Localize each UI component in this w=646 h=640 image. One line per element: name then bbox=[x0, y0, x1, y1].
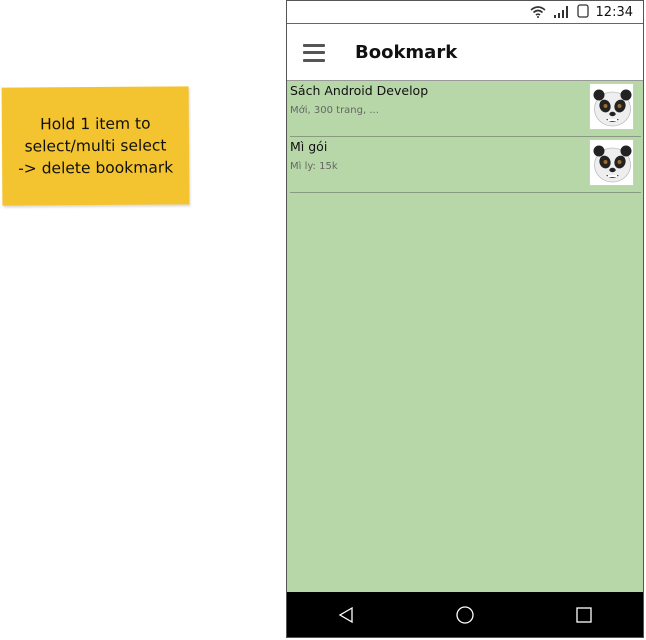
recents-icon[interactable] bbox=[564, 595, 604, 635]
navigation-bar bbox=[287, 592, 643, 637]
bookmark-subtitle: Mới, 300 trang, ... bbox=[290, 105, 379, 116]
status-bar: 12:34 bbox=[287, 1, 643, 24]
annotation-sticky-note: Hold 1 item to select/multi select -> de… bbox=[1, 86, 190, 206]
list-item[interactable]: Sách Android Develop Mới, 300 trang, ... bbox=[290, 81, 641, 137]
app-bar: Bookmark bbox=[287, 25, 643, 81]
page-title: Bookmark bbox=[355, 42, 458, 63]
list-item[interactable]: Mì gói Mì ly: 15k bbox=[290, 137, 641, 193]
battery-icon bbox=[576, 3, 589, 22]
bookmark-title: Mì gói bbox=[290, 139, 328, 154]
hamburger-menu-icon[interactable] bbox=[303, 43, 325, 62]
signal-icon bbox=[553, 3, 570, 22]
bookmark-title: Sách Android Develop bbox=[290, 83, 429, 98]
home-icon[interactable] bbox=[445, 595, 485, 635]
bookmark-subtitle: Mì ly: 15k bbox=[290, 161, 338, 172]
phone-frame: 12:34 Bookmark Sách Android Develop Mới,… bbox=[286, 0, 644, 638]
status-time: 12:34 bbox=[595, 4, 633, 20]
annotation-text: Hold 1 item to select/multi select -> de… bbox=[18, 114, 174, 178]
back-icon[interactable] bbox=[326, 595, 366, 635]
panda-avatar-icon bbox=[589, 139, 634, 186]
panda-avatar-icon bbox=[589, 83, 634, 130]
wifi-icon bbox=[530, 3, 546, 22]
bookmark-list: Sách Android Develop Mới, 300 trang, ... bbox=[287, 81, 643, 594]
